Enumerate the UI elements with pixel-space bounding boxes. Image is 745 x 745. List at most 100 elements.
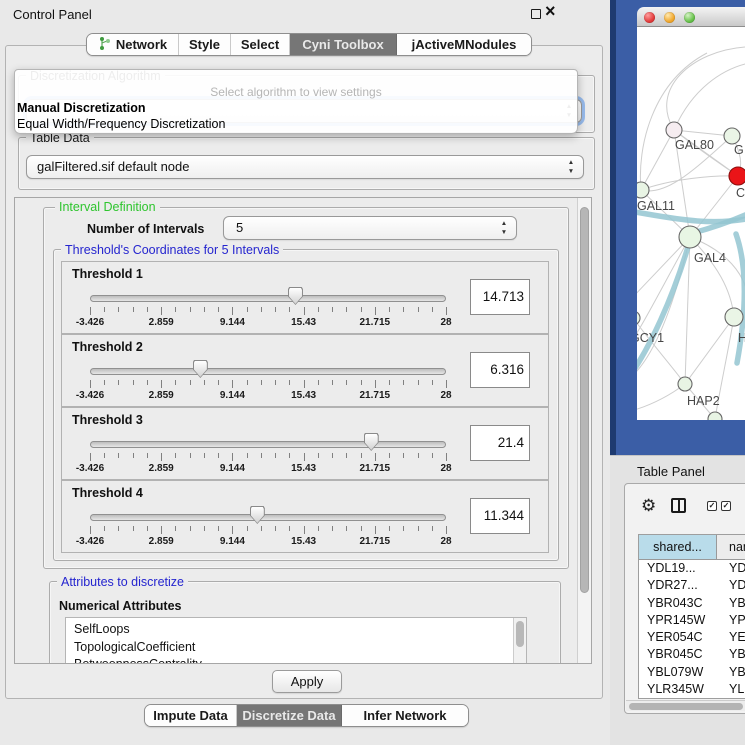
tab-label: Style xyxy=(189,37,220,52)
table-row[interactable]: YPR145WYPR1 xyxy=(639,612,745,629)
num-intervals-value: 5 xyxy=(236,220,243,235)
network-node-label: GAL80 xyxy=(675,138,714,152)
slider-thumb[interactable] xyxy=(364,433,379,451)
network-window-titlebar[interactable] xyxy=(637,7,745,27)
cell-shared-name: YDR27... xyxy=(639,577,717,594)
table-row[interactable]: YLR345WYLR3 xyxy=(639,681,745,698)
threshold-value-box[interactable]: 14.713 xyxy=(470,279,530,315)
close-traffic-light-icon[interactable] xyxy=(644,12,655,23)
numerical-attributes-label: Numerical Attributes xyxy=(59,599,181,613)
slider-thumb[interactable] xyxy=(250,506,265,524)
tab-style[interactable]: Style xyxy=(179,34,231,55)
checkbox-icon[interactable]: ✓ xyxy=(721,501,731,511)
slider-tick xyxy=(332,380,333,385)
tab-jactivemnodules[interactable]: jActiveMNodules xyxy=(397,34,531,55)
slider-tick xyxy=(261,453,262,458)
attributes-listbox[interactable]: SelfLoopsTopologicalCoefficientBetweenne… xyxy=(65,617,527,664)
threshold-value-box[interactable]: 21.4 xyxy=(470,425,530,461)
network-edge xyxy=(637,237,690,345)
tab-cyni-toolbox[interactable]: Cyni Toolbox xyxy=(290,34,397,55)
threshold-label: Threshold 1 xyxy=(72,267,143,281)
table-row[interactable]: YBL079WYBL0 xyxy=(639,664,745,681)
float-icon[interactable] xyxy=(531,9,541,19)
slider-thumb[interactable] xyxy=(288,287,303,305)
table-row[interactable]: YDR27...YDR2 xyxy=(639,577,745,594)
network-node-h[interactable] xyxy=(725,308,743,326)
minimize-traffic-light-icon[interactable] xyxy=(664,12,675,23)
cell-name: YBR0 xyxy=(717,646,745,663)
table-row[interactable]: YBR043CYBR0 xyxy=(639,595,745,612)
checkbox-icon[interactable]: ✓ xyxy=(707,501,717,511)
network-node-label: GAL11 xyxy=(637,199,675,213)
num-intervals-combobox[interactable]: 5 ▲▼ xyxy=(223,216,517,240)
network-node-gcy1[interactable] xyxy=(637,311,640,325)
slider-thumb[interactable] xyxy=(193,360,208,378)
slider-tick xyxy=(403,526,404,531)
network-node-gal4[interactable] xyxy=(679,226,701,248)
column-header-name[interactable]: name xyxy=(717,535,745,560)
network-canvas[interactable]: GAL80GCGAL11GAL4GCY1HHAP2 xyxy=(637,27,745,420)
network-node-c[interactable] xyxy=(729,167,745,185)
columns-icon[interactable] xyxy=(671,498,686,513)
slider-tick xyxy=(90,526,91,534)
slider-tick xyxy=(332,453,333,458)
tab-infer-network[interactable]: Infer Network xyxy=(342,705,468,726)
slider-track[interactable] xyxy=(90,514,446,521)
network-node-g[interactable] xyxy=(724,128,740,144)
slider-tick xyxy=(304,380,305,388)
gear-icon[interactable]: ⚙ xyxy=(641,496,656,516)
slider-tick xyxy=(318,380,319,385)
slider-tick xyxy=(190,307,191,312)
table-panel-title: Table Panel xyxy=(637,464,705,479)
list-item-betweennesscentrality[interactable]: BetweennessCentrality xyxy=(66,656,526,664)
slider-tick xyxy=(403,307,404,312)
tab-network[interactable]: Network xyxy=(87,34,179,55)
list-item-selfloops[interactable]: SelfLoops xyxy=(66,621,526,639)
slider-tick-label: 15.43 xyxy=(272,536,336,547)
network-node-gal80[interactable] xyxy=(666,122,682,138)
table-row[interactable]: YIL052CYIL0 xyxy=(639,698,745,699)
tab-impute-data[interactable]: Impute Data xyxy=(145,705,237,726)
threshold-value-box[interactable]: 6.316 xyxy=(470,352,530,388)
attribute-items: SelfLoopsTopologicalCoefficientBetweenne… xyxy=(66,621,526,664)
close-icon[interactable]: × xyxy=(545,1,556,22)
slider-track[interactable] xyxy=(90,295,446,302)
slider-tick xyxy=(232,380,233,388)
dropdown-option-equal-width-frequency-discretization[interactable]: Equal Width/Frequency Discretization xyxy=(17,117,225,131)
table-row[interactable]: YDL19...YDL1 xyxy=(639,560,745,577)
slider-tick xyxy=(247,453,248,458)
table-row[interactable]: YER054CYER0 xyxy=(639,629,745,646)
tab-select[interactable]: Select xyxy=(231,34,290,55)
dropdown-option-manual-discretization[interactable]: Manual Discretization xyxy=(17,101,146,115)
slider-tick-label: 9.144 xyxy=(200,390,264,401)
table-data-combobox[interactable]: galFiltered.sif default node ▲▼ xyxy=(26,155,584,179)
list-item-topologicalcoefficient[interactable]: TopologicalCoefficient xyxy=(66,639,526,657)
table-hscrollbar-thumb[interactable] xyxy=(629,703,743,710)
table-row[interactable]: YBR045CYBR0 xyxy=(639,646,745,663)
slider-tick xyxy=(204,380,205,385)
column-header-shared-name[interactable]: shared... xyxy=(639,535,717,560)
threshold-row-4: Threshold 4-3.4262.8599.14415.4321.71528… xyxy=(61,480,549,553)
slider-tick xyxy=(432,453,433,458)
list-scrollbar-thumb[interactable] xyxy=(516,621,524,647)
slider-tick xyxy=(147,380,148,385)
tab-discretize-data[interactable]: Discretize Data xyxy=(237,705,342,726)
settings-scrollbar-thumb[interactable] xyxy=(580,207,589,593)
slider-tick-label: 21.715 xyxy=(343,463,407,474)
threshold-value-box[interactable]: 11.344 xyxy=(470,498,530,534)
slider-tick xyxy=(304,307,305,315)
tab-label: Infer Network xyxy=(363,708,446,723)
slider-track[interactable] xyxy=(90,368,446,375)
table-hscrollbar[interactable] xyxy=(626,700,745,711)
slider-tick xyxy=(375,380,376,388)
slider-tick xyxy=(275,453,276,458)
apply-button[interactable]: Apply xyxy=(272,670,342,693)
table-header-row: shared... name xyxy=(639,535,745,560)
list-scrollbar[interactable] xyxy=(513,618,526,664)
slider-tick xyxy=(403,380,404,385)
network-node-gal11[interactable] xyxy=(637,182,649,198)
network-node-hap2[interactable] xyxy=(678,377,692,391)
settings-scrollbar[interactable] xyxy=(577,198,591,663)
slider-track[interactable] xyxy=(90,441,446,448)
zoom-traffic-light-icon[interactable] xyxy=(684,12,695,23)
